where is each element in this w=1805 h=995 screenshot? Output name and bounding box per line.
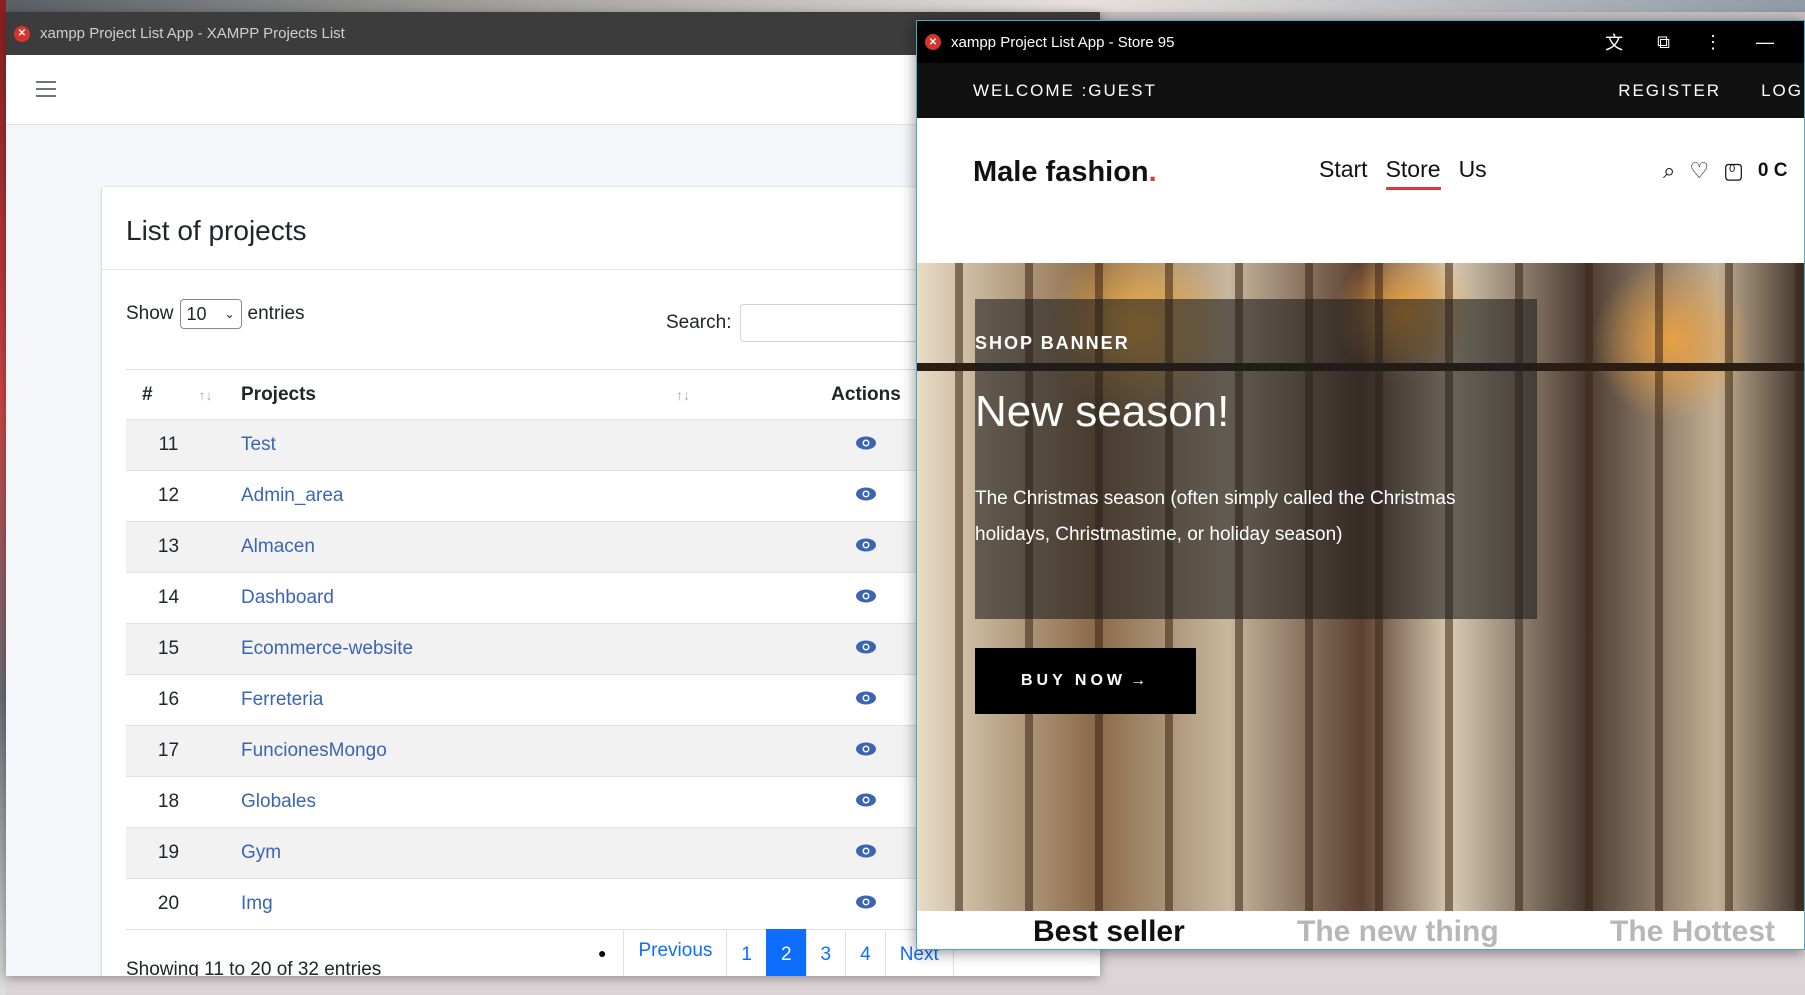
translate-icon[interactable]: 文	[1605, 29, 1623, 55]
hamburger-menu-icon[interactable]	[36, 81, 56, 102]
pagination-page-4[interactable]: 4	[845, 929, 886, 976]
entries-label: entries	[247, 303, 305, 324]
entries-length-control: Show 10 ⌄ entries	[126, 299, 305, 329]
extensions-icon[interactable]: ⧉	[1657, 32, 1670, 53]
view-eye-icon[interactable]	[855, 893, 877, 915]
entries-select[interactable]: 10 ⌄	[179, 299, 242, 329]
tab-new-thing[interactable]: The new thing	[1297, 915, 1499, 949]
column-label: Projects	[241, 383, 316, 405]
arrow-right-icon: →	[1130, 672, 1151, 689]
row-number: 20	[126, 878, 241, 930]
cart-count: 0	[1729, 163, 1736, 175]
table-info: Showing 11 to 20 of 32 entries	[126, 959, 382, 976]
search-control: Search:	[666, 304, 941, 342]
search-input[interactable]	[740, 304, 941, 342]
row-number: 12	[126, 470, 241, 522]
window-title: xampp Project List App - XAMPP Projects …	[40, 25, 345, 42]
project-link[interactable]: Gym	[241, 842, 281, 863]
pagination-ellipsis: ●	[598, 945, 607, 961]
view-eye-icon[interactable]	[855, 485, 877, 507]
store-header: Male fashion. Start Store Us ⌕ ♡ ▢ 0 0 C	[917, 118, 1804, 263]
row-number: 19	[126, 827, 241, 879]
project-link[interactable]: Globales	[241, 791, 316, 812]
chevron-down-icon: ⌄	[224, 307, 235, 321]
search-icon[interactable]: ⌕	[1663, 158, 1675, 184]
view-eye-icon[interactable]	[855, 434, 877, 456]
view-eye-icon[interactable]	[855, 842, 877, 864]
store-logo[interactable]: Male fashion.	[973, 156, 1157, 189]
menu-item-us[interactable]: Us	[1459, 156, 1487, 190]
sort-icon: ↑↓	[198, 386, 213, 403]
pagination-page-1[interactable]: 1	[726, 929, 767, 976]
cart-total: 0 C	[1757, 160, 1788, 181]
pagination-page-3[interactable]: 3	[805, 929, 847, 976]
entries-select-value: 10	[186, 303, 207, 324]
banner-text: The Christmas season (often simply calle…	[975, 488, 1456, 545]
xampp-app-icon: ✕	[14, 25, 30, 42]
banner-kicker: SHOP BANNER	[975, 333, 1130, 353]
main-menu: Start Store Us	[1319, 156, 1487, 190]
tab-best-seller[interactable]: Best seller	[1033, 915, 1185, 949]
row-number: 17	[126, 725, 241, 777]
view-eye-icon[interactable]	[855, 791, 877, 813]
view-eye-icon[interactable]	[855, 638, 877, 660]
row-number: 16	[126, 674, 241, 726]
row-number: 13	[126, 521, 241, 573]
menu-item-start[interactable]: Start	[1319, 156, 1368, 190]
pagination: ● Previous 1 2 3 4 Next	[598, 929, 954, 976]
view-eye-icon[interactable]	[855, 740, 877, 762]
login-link[interactable]: LOGIN	[1761, 81, 1804, 101]
heart-icon[interactable]: ♡	[1689, 158, 1709, 184]
buy-now-label: BUY NOW	[1020, 672, 1127, 689]
buy-now-button[interactable]: BUY NOW →	[975, 648, 1196, 714]
column-header-projects[interactable]: Projects ↑↓	[241, 369, 811, 420]
project-link[interactable]: Almacen	[241, 536, 315, 557]
minimize-icon[interactable]: —	[1756, 32, 1774, 53]
desktop-background	[0, 0, 1805, 12]
hero-banner: SHOP BANNER New season! The Christmas se…	[917, 263, 1804, 913]
window-titlebar[interactable]: ✕ xampp Project List App - Store 95 文 ⧉ …	[917, 21, 1804, 63]
project-link[interactable]: Dashboard	[241, 587, 334, 608]
sort-icon: ↑↓	[675, 386, 690, 403]
column-header-number[interactable]: # ↑↓	[126, 369, 241, 420]
project-link[interactable]: Img	[241, 893, 273, 914]
row-number: 15	[126, 623, 241, 675]
project-link[interactable]: Admin_area	[241, 485, 343, 506]
row-number: 11	[126, 419, 241, 471]
view-eye-icon[interactable]	[855, 536, 877, 558]
header-icons: ⌕ ♡ ▢ 0 0 C	[1663, 158, 1787, 184]
row-number: 14	[126, 572, 241, 624]
pagination-previous[interactable]: Previous	[623, 929, 728, 976]
register-link[interactable]: REGISTER	[1618, 81, 1721, 101]
view-eye-icon[interactable]	[855, 689, 877, 711]
view-eye-icon[interactable]	[855, 587, 877, 609]
banner-title: New season!	[975, 387, 1230, 436]
store-window: ✕ xampp Project List App - Store 95 文 ⧉ …	[916, 20, 1805, 950]
column-header-actions: Actions	[811, 369, 921, 420]
column-label: #	[142, 383, 153, 405]
row-number: 18	[126, 776, 241, 828]
window-title: xampp Project List App - Store 95	[951, 33, 1175, 51]
store-topbar: WELCOME :GUEST REGISTER LOGIN	[917, 63, 1804, 118]
xampp-app-icon: ✕	[925, 34, 941, 50]
show-label: Show	[126, 303, 174, 324]
logo-dot: .	[1148, 156, 1157, 188]
welcome-text: WELCOME :GUEST	[973, 80, 1157, 100]
menu-item-store[interactable]: Store	[1385, 156, 1441, 190]
search-label: Search:	[666, 312, 732, 333]
more-menu-icon[interactable]: ⋮	[1704, 32, 1722, 53]
product-tabs: Best seller The new thing The Hottest	[917, 911, 1804, 949]
project-link[interactable]: Ecommerce-website	[241, 638, 413, 659]
tab-hottest[interactable]: The Hottest	[1610, 915, 1775, 949]
banner-overlay: SHOP BANNER New season! The Christmas se…	[975, 299, 1537, 619]
project-link[interactable]: Ferreteria	[241, 689, 323, 710]
project-link[interactable]: FuncionesMongo	[241, 740, 387, 761]
project-link[interactable]: Test	[241, 434, 276, 455]
column-label: Actions	[831, 383, 901, 405]
cart-icon[interactable]: ▢ 0	[1723, 158, 1744, 184]
pagination-page-2[interactable]: 2	[765, 929, 807, 976]
logo-text: Male fashion	[973, 156, 1149, 188]
